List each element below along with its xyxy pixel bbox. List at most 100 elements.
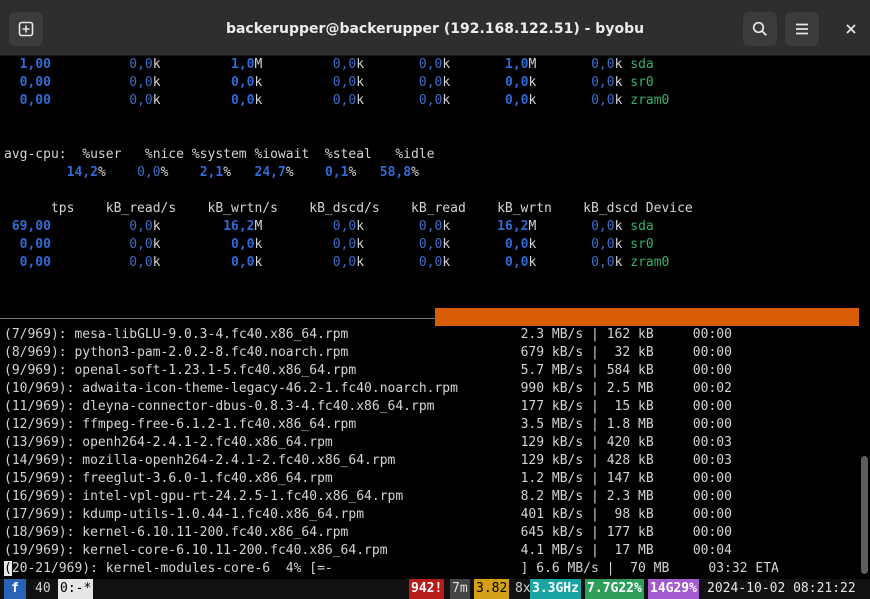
date-time: 2024-10-02 08:21:22 (707, 581, 856, 596)
download-eta: 00:00 (692, 363, 732, 378)
disk-total: 14G (650, 581, 674, 596)
iostat-row: 0,00 0,0k 0,0k 0,0k 0,0k 0,0k 0,0k sr0 (19, 237, 654, 252)
menu-button[interactable] (785, 12, 819, 46)
download-eta: 00:00 (692, 417, 732, 432)
iostat-value: 0,0 (332, 75, 357, 90)
download-eta: 00:00 (692, 327, 732, 342)
download-rate: 1.2 MB/s (520, 471, 584, 486)
iostat-value: 0,0 (505, 237, 529, 252)
disk: 14G29% (648, 579, 699, 599)
download-eta: 00:03 (692, 453, 732, 468)
iostat-value: 0,0 (418, 75, 443, 90)
download-eta: 00:03 (692, 435, 732, 450)
iostat-value: 0,0 (591, 237, 615, 252)
iostat-value: 0,0 (591, 75, 615, 90)
download-eta: 00:04 (692, 543, 732, 558)
iostat-value: 0,00 (19, 75, 51, 90)
download-row: (9/969): openal-soft-1.23.1-5.fc40.x86_6… (4, 363, 732, 378)
byobu-status-bar: f 40 0:-* 942! 7m 3.82 8x 3.3GHz 7.7G22%… (0, 579, 870, 599)
package-name: adwaita-icon-theme-legacy-46.2-1.fc40.no… (82, 381, 458, 396)
download-index: (11/969) (4, 399, 67, 414)
package-name: python3-pam-2.0.2-8.fc40.noarch.rpm (74, 345, 349, 360)
iostat-row: 0,00 0,0k 0,0k 0,0k 0,0k 0,0k 0,0k zram0 (19, 93, 670, 108)
iostat-value: 0,0 (591, 219, 615, 234)
iostat-value: 0,0 (418, 93, 443, 108)
memory-percent: 22% (618, 581, 642, 596)
download-rate: 679 kB/s (520, 345, 584, 360)
download-row: (16/969): intel-vpl-gpu-rt-24.2.5-1.fc40… (4, 489, 732, 504)
iostat-row: 1,00 0,0k 1,0M 0,0k 0,0k 1,0M 0,0k sda (19, 57, 654, 72)
download-row: (10/969): adwaita-icon-theme-legacy-46.2… (4, 381, 732, 396)
package-name: openh264-2.4.1-2.fc40.x86_64.rpm (82, 435, 333, 450)
iostat-row: 0,00 0,0k 0,0k 0,0k 0,0k 0,0k 0,0k sr0 (19, 75, 654, 90)
download-row: (8/969): python3-pam-2.0.2-8.fc40.noarch… (4, 345, 732, 360)
pane-divider[interactable] (0, 318, 435, 319)
cpu-steal-value: 0,1 (324, 165, 349, 180)
pane-progress-bar (435, 308, 859, 326)
download-eta: 00:00 (692, 399, 732, 414)
iostat-value: 0,00 (19, 93, 51, 108)
download-size: 98 kB (606, 507, 654, 522)
download-size: 162 kB (606, 327, 654, 342)
iostat-value: 0,0 (591, 255, 615, 270)
download-size: 15 kB (606, 399, 654, 414)
window-title: backerupper@backerupper (192.168.122.51)… (225, 21, 645, 37)
cpu-frequency: 3.3GHz (530, 579, 581, 599)
iostat-row: 69,00 0,0k 16,2M 0,0k 0,0k 16,2M 0,0k sd… (11, 219, 654, 234)
iostat-value: 0,00 (19, 255, 51, 270)
download-rate: 8.2 MB/s (520, 489, 584, 504)
terminal-output[interactable]: 1,00 0,0k 1,0M 0,0k 0,0k 1,0M 0,0k sda 0… (0, 56, 870, 579)
download-index: (19/969) (4, 543, 67, 558)
download-index: (16/969) (4, 489, 67, 504)
plus-square-icon (18, 21, 34, 37)
memory-total: 7.7G (587, 581, 619, 596)
iostat-value: 0,0 (231, 93, 255, 108)
download-row: (12/969): ffmpeg-free-6.1.2-1.fc40.x86_6… (4, 417, 732, 432)
iostat-row: 0,00 0,0k 0,0k 0,0k 0,0k 0,0k 0,0k zram0 (19, 255, 670, 270)
download-size: 420 kB (606, 435, 654, 450)
iostat-value: 0,0 (129, 75, 153, 90)
package-name: dleyna-connector-dbus-0.8.3-4.fc40.x86_6… (82, 399, 435, 414)
window-number: 40 (35, 581, 51, 596)
download-index: (10/969) (4, 381, 67, 396)
download-index: (12/969) (4, 417, 67, 432)
iostat-value: 0,00 (19, 237, 51, 252)
download-size: 17 MB (606, 543, 654, 558)
download-rate: 5.7 MB/s (520, 363, 584, 378)
iostat-value: 0,0 (418, 237, 443, 252)
download-eta: 00:00 (692, 345, 732, 360)
iostat-value: 0,0 (332, 219, 357, 234)
package-name: intel-vpl-gpu-rt-24.2.5-1.fc40.x86_64.rp… (82, 489, 404, 504)
new-tab-button[interactable] (9, 12, 43, 46)
download-rate: 129 kB/s (520, 453, 584, 468)
download-index: (15/969) (4, 471, 67, 486)
download-rate: 3.5 MB/s (520, 417, 584, 432)
download-size: 2.5 MB (606, 381, 654, 396)
iostat-value: 0,0 (129, 237, 153, 252)
package-name: kdump-utils-1.0.44-1.fc40.x86_64.rpm (82, 507, 365, 522)
iostat-value: 0,0 (418, 57, 443, 72)
current-download-line: (20-21/969): kernel-modules-core-6 4% [=… (4, 560, 779, 578)
current-download-text: 20-21/969): kernel-modules-core-6 4% [=-… (11, 561, 779, 576)
search-button[interactable] (743, 12, 777, 46)
device-name: sr0 (630, 237, 654, 252)
window-titlebar: backerupper@backerupper (192.168.122.51)… (0, 0, 870, 56)
device-name: zram0 (630, 255, 670, 270)
iostat-value: 0,0 (505, 93, 529, 108)
download-eta: 00:02 (692, 381, 732, 396)
iostat-value: 0,0 (332, 93, 357, 108)
close-button[interactable] (834, 12, 868, 46)
download-row: (19/969): kernel-core-6.10.11-200.fc40.x… (4, 543, 732, 558)
download-index: (9/969) (4, 363, 59, 378)
download-eta: 00:00 (692, 525, 732, 540)
download-row: (17/969): kdump-utils-1.0.44-1.fc40.x86_… (4, 507, 732, 522)
terminal-scrollbar[interactable] (861, 456, 868, 574)
uptime: 7m (450, 579, 470, 599)
window-tab-0[interactable]: 0:-* (58, 579, 94, 599)
download-size: 32 kB (606, 345, 654, 360)
download-rate: 401 kB/s (520, 507, 584, 522)
package-name: kernel-6.10.11-200.fc40.x86_64.rpm (82, 525, 349, 540)
device-name: sda (630, 219, 654, 234)
download-size: 584 kB (606, 363, 654, 378)
cpu-system-value: 2,1 (199, 165, 224, 180)
